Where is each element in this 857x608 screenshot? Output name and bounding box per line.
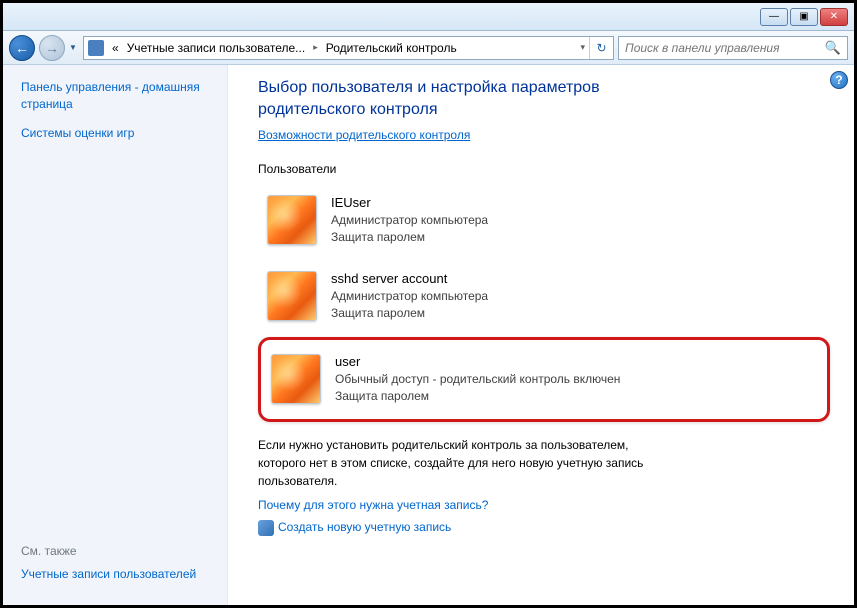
search-box[interactable]: 🔍	[618, 36, 848, 60]
user-row-sshd-server-account[interactable]: sshd server account Администратор компьют…	[258, 260, 830, 333]
user-protection: Защита паролем	[331, 305, 488, 322]
note-text: Если нужно установить родительский контр…	[258, 436, 678, 490]
breadcrumb-accounts[interactable]: Учетные записи пользователе...	[123, 37, 310, 59]
sidebar-link-home[interactable]: Панель управления - домашняя страница	[21, 79, 217, 113]
user-role: Администратор компьютера	[331, 212, 488, 229]
user-role: Администратор компьютера	[331, 288, 488, 305]
nav-history-dropdown[interactable]: ▼	[69, 43, 79, 52]
breadcrumb-parental[interactable]: Родительский контроль	[322, 37, 461, 59]
user-role: Обычный доступ - родительский контроль в…	[335, 371, 620, 388]
user-row-user[interactable]: user Обычный доступ - родительский контро…	[258, 337, 830, 422]
nav-back-button[interactable]: ←	[9, 35, 35, 61]
control-panel-icon	[88, 40, 104, 56]
breadcrumb-prefix[interactable]: «	[108, 37, 123, 59]
navigation-bar: ← → ▼ « Учетные записи пользователе... ▸…	[3, 31, 854, 65]
user-name: user	[335, 354, 620, 369]
user-protection: Защита паролем	[335, 388, 620, 405]
page-title: Выбор пользователя и настройка параметро…	[258, 77, 698, 122]
refresh-button[interactable]: ↻	[589, 36, 613, 60]
body-area: Панель управления - домашняя страница Си…	[3, 65, 854, 605]
user-name: IEUser	[331, 195, 488, 210]
window-buttons: — ▣ ✕	[760, 8, 848, 26]
user-info: user Обычный доступ - родительский контро…	[335, 354, 620, 405]
maximize-button[interactable]: ▣	[790, 8, 818, 26]
nav-forward-button[interactable]: →	[39, 35, 65, 61]
user-name: sshd server account	[331, 271, 488, 286]
why-account-link[interactable]: Почему для этого нужна учетная запись?	[258, 498, 488, 512]
help-icon[interactable]: ?	[830, 71, 848, 89]
users-icon	[258, 520, 274, 536]
user-info: sshd server account Администратор компьют…	[331, 271, 488, 322]
main-content: ? Выбор пользователя и настройка парамет…	[228, 65, 854, 605]
sidebar-link-user-accounts[interactable]: Учетные записи пользователей	[21, 566, 217, 583]
user-protection: Защита паролем	[331, 229, 488, 246]
titlebar: — ▣ ✕	[3, 3, 854, 31]
close-button[interactable]: ✕	[820, 8, 848, 26]
users-list: IEUserАдминистратор компьютераЗащита пар…	[258, 184, 830, 422]
search-icon[interactable]: 🔍	[825, 40, 841, 56]
create-account-link[interactable]: Создать новую учетную запись	[278, 520, 451, 534]
address-dropdown-icon[interactable]: ▾	[576, 42, 589, 53]
user-row-IEUser[interactable]: IEUser Администратор компьютераЗащита пар…	[258, 184, 830, 257]
sidebar: Панель управления - домашняя страница Си…	[3, 65, 228, 605]
avatar	[271, 354, 321, 404]
avatar	[267, 195, 317, 245]
user-info: IEUser Администратор компьютераЗащита пар…	[331, 195, 488, 246]
breadcrumb-chevron-icon[interactable]: ▸	[309, 42, 322, 53]
users-section-label: Пользователи	[258, 162, 830, 176]
search-input[interactable]	[625, 41, 825, 55]
minimize-button[interactable]: —	[760, 8, 788, 26]
capabilities-link[interactable]: Возможности родительского контроля	[258, 128, 470, 142]
address-bar[interactable]: « Учетные записи пользователе... ▸ Родит…	[83, 36, 614, 60]
sidebar-link-game-ratings[interactable]: Системы оценки игр	[21, 125, 217, 142]
avatar	[267, 271, 317, 321]
sidebar-see-also-label: См. также	[21, 544, 217, 558]
window-frame: — ▣ ✕ ← → ▼ « Учетные записи пользовател…	[0, 0, 857, 608]
